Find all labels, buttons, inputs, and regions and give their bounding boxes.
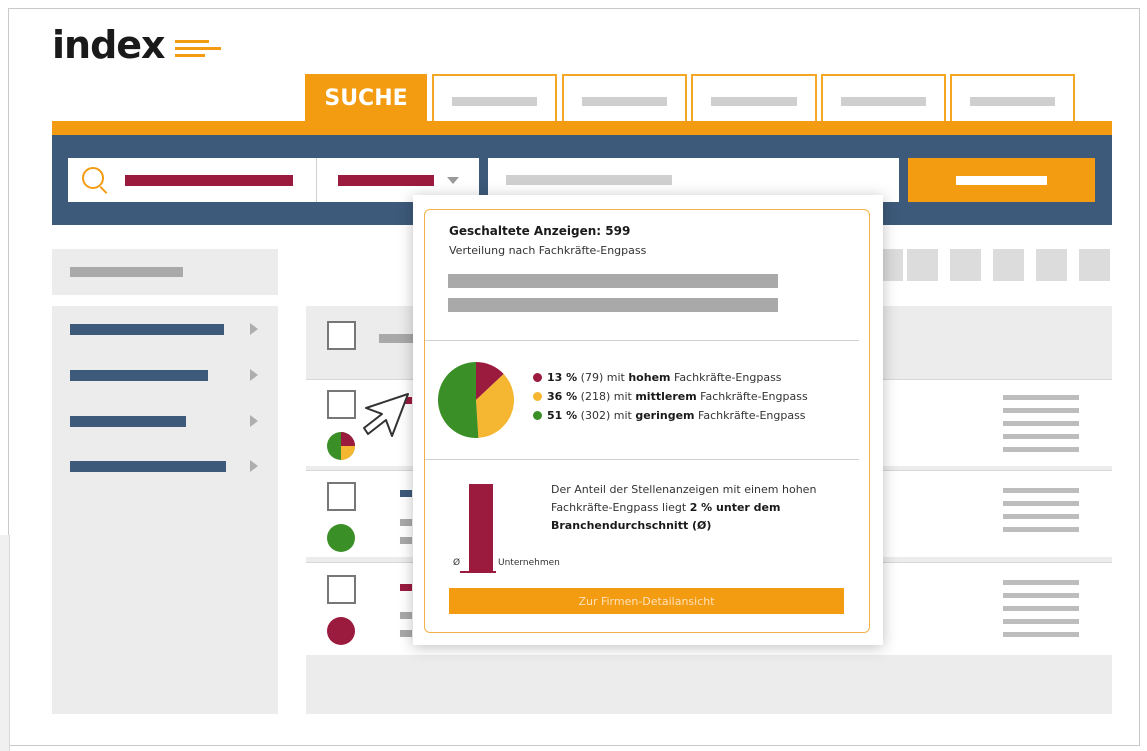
pie-chart — [437, 362, 514, 438]
view-toggle[interactable] — [1036, 249, 1067, 281]
row-checkbox[interactable] — [327, 575, 356, 604]
sidebar-header-placeholder — [70, 267, 183, 277]
popup-title: Geschaltete Anzeigen: 599 — [449, 224, 631, 238]
view-toggle[interactable] — [993, 249, 1024, 281]
row-mini-marker — [400, 630, 412, 637]
view-toggle[interactable] — [950, 249, 981, 281]
bullet-icon — [533, 411, 542, 420]
category-select[interactable] — [338, 175, 434, 186]
sidebar-item-4[interactable] — [70, 461, 226, 472]
row-mini-marker — [400, 612, 412, 619]
tab-placeholder — [582, 97, 667, 106]
logo-bars-icon — [175, 40, 221, 61]
tab-2[interactable] — [432, 74, 557, 121]
search-button-label-placeholder — [956, 176, 1047, 185]
tab-placeholder — [452, 97, 537, 106]
tab-3[interactable] — [562, 74, 687, 121]
legend-item-medium: 36 % (218) mit mittlerem Fachkräfte-Engp… — [533, 390, 808, 403]
left-edge-panel — [0, 535, 10, 751]
tab-placeholder — [970, 97, 1055, 106]
tab-placeholder — [841, 97, 926, 106]
logo: index — [52, 23, 166, 67]
chevron-right-icon[interactable] — [250, 369, 258, 381]
row-checkbox[interactable] — [327, 390, 356, 419]
sidebar-header — [52, 249, 278, 295]
popup-placeholder-line — [448, 298, 778, 312]
average-line — [460, 571, 496, 573]
cursor-icon — [363, 393, 409, 437]
average-label: Ø — [453, 558, 461, 568]
row-mini-marker — [400, 490, 412, 497]
status-dot-green — [327, 524, 355, 552]
tab-5[interactable] — [821, 74, 946, 121]
popup-divider — [425, 459, 859, 460]
comparison-text: Der Anteil der Stellenanzeigen mit einem… — [551, 483, 817, 532]
tab-underline — [52, 121, 1112, 135]
sidebar-item-2[interactable] — [70, 370, 208, 381]
legend-item-low: 51 % (302) mit geringem Fachkräfte-Engpa… — [533, 409, 806, 422]
chevron-down-icon[interactable] — [447, 177, 459, 184]
location-placeholder — [506, 175, 672, 185]
chevron-right-icon[interactable] — [250, 460, 258, 472]
row-checkbox[interactable] — [327, 482, 356, 511]
sidebar — [52, 306, 278, 714]
search-divider — [316, 158, 317, 202]
bullet-icon — [533, 392, 542, 401]
tab-6[interactable] — [950, 74, 1075, 121]
search-icon — [82, 167, 104, 189]
tab-suche[interactable]: SUCHE — [305, 74, 427, 121]
sidebar-item-3[interactable] — [70, 416, 186, 427]
row-mini-marker — [400, 537, 412, 544]
tab-4[interactable] — [691, 74, 817, 121]
company-label: Unternehmen — [498, 558, 560, 568]
sidebar-item-1[interactable] — [70, 324, 224, 335]
select-all-checkbox[interactable] — [327, 321, 356, 350]
company-bar — [469, 484, 493, 572]
popup-divider — [425, 340, 859, 341]
company-detail-button[interactable]: Zur Firmen-Detailansicht — [449, 588, 844, 614]
legend-item-high: 13 % (79) mit hohem Fachkräfte-Engpass — [533, 371, 782, 384]
pie-slice-low — [437, 362, 479, 438]
bullet-icon — [533, 373, 542, 382]
tab-placeholder — [711, 97, 797, 106]
view-toggle[interactable] — [907, 249, 938, 281]
search-input-placeholder — [125, 175, 293, 186]
row-mini-marker — [400, 519, 412, 526]
chevron-right-icon[interactable] — [250, 323, 258, 335]
mini-pie-icon — [327, 432, 355, 460]
search-button[interactable] — [908, 158, 1095, 202]
chevron-right-icon[interactable] — [250, 415, 258, 427]
popup-subtitle: Verteilung nach Fachkräfte-Engpass — [449, 244, 647, 257]
view-toggle[interactable] — [1079, 249, 1110, 281]
popup-placeholder-line — [448, 274, 778, 288]
row-mini-marker — [400, 584, 412, 591]
status-dot-red — [327, 617, 355, 645]
